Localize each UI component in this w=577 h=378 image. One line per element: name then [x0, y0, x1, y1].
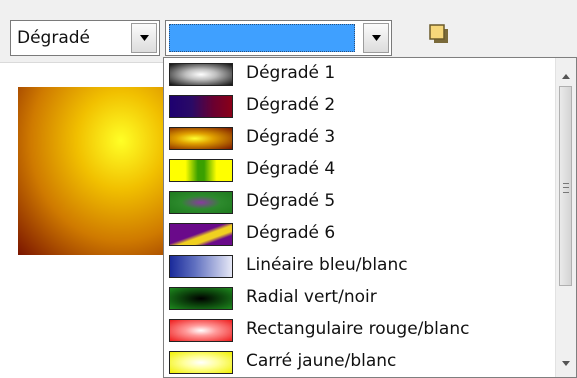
selected-gradient-swatch [169, 24, 355, 52]
gradient-item-label: Dégradé 4 [246, 159, 336, 179]
gradient-item-label: Radial vert/noir [246, 287, 377, 307]
gradient-fill-panel: Dégradé Dégradé 1 Dégradé 2 Dégradé 3 Dé… [0, 0, 577, 378]
gradient-item-label: Rectangulaire rouge/blanc [246, 319, 470, 339]
gradient-thumbnail [169, 351, 233, 374]
gradient-thumbnail [169, 191, 233, 214]
gradient-item-label: Linéaire bleu/blanc [246, 255, 408, 275]
gradient-list-item[interactable]: Radial vert/noir [164, 283, 556, 315]
gradient-thumbnail [169, 95, 233, 118]
fill-type-combo[interactable]: Dégradé [10, 20, 160, 56]
gradient-list-item[interactable]: Dégradé 1 [164, 59, 556, 91]
gradient-list-item[interactable]: Dégradé 6 [164, 219, 556, 251]
gradient-thumbnail [169, 319, 233, 342]
gradient-thumbnail [169, 255, 233, 278]
arrow-down-icon [562, 361, 570, 366]
gradient-list: Dégradé 1 Dégradé 2 Dégradé 3 Dégradé 4 … [164, 59, 556, 378]
gradient-list-item[interactable]: Dégradé 3 [164, 123, 556, 155]
gradient-preview [18, 87, 165, 255]
gradient-list-item[interactable]: Linéaire bleu/blanc [164, 251, 556, 283]
gradient-item-label: Dégradé 3 [246, 127, 336, 147]
arrow-up-icon [562, 74, 570, 79]
chevron-down-icon [372, 35, 381, 41]
vertical-scrollbar[interactable] [555, 58, 576, 377]
fill-type-value: Dégradé [17, 28, 90, 48]
gradient-thumbnail [169, 127, 233, 150]
gradient-item-label: Dégradé 5 [246, 191, 336, 211]
chevron-down-icon [140, 35, 149, 41]
gradient-item-label: Dégradé 1 [246, 63, 336, 83]
gradient-list-item[interactable]: Carré jaune/blanc [164, 347, 556, 378]
gradient-list-item[interactable]: Dégradé 2 [164, 91, 556, 123]
gradient-thumbnail [169, 223, 233, 246]
gradient-combo[interactable] [165, 20, 392, 56]
gradient-thumbnail [169, 63, 233, 86]
gradient-dropdown-button[interactable] [363, 23, 389, 53]
gradient-item-label: Carré jaune/blanc [246, 351, 397, 371]
gradient-list-item[interactable]: Dégradé 4 [164, 155, 556, 187]
fill-area-icon [429, 24, 448, 43]
gradient-dropdown-list[interactable]: Dégradé 1 Dégradé 2 Dégradé 3 Dégradé 4 … [163, 57, 577, 378]
gradient-item-label: Dégradé 2 [246, 95, 336, 115]
gradient-list-item[interactable]: Rectangulaire rouge/blanc [164, 315, 556, 347]
gradient-thumbnail [169, 159, 233, 182]
scrollbar-thumb[interactable] [559, 86, 572, 286]
grip-icon [563, 183, 569, 193]
fill-toolbar: Dégradé [0, 0, 577, 63]
gradient-thumbnail [169, 287, 233, 310]
gradient-list-item[interactable]: Dégradé 5 [164, 187, 556, 219]
fill-area-button[interactable] [420, 20, 454, 50]
scroll-down-button[interactable] [556, 355, 576, 373]
scroll-up-button[interactable] [556, 68, 576, 86]
gradient-item-label: Dégradé 6 [246, 223, 336, 243]
fill-type-dropdown-button[interactable] [131, 23, 157, 53]
